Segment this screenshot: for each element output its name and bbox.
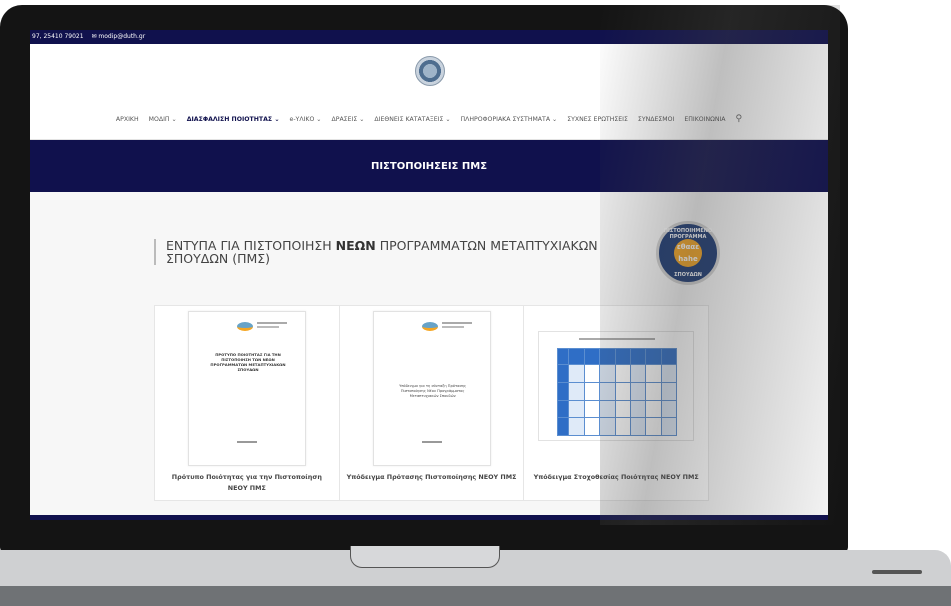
chevron-down-icon: ⌄ xyxy=(359,115,365,123)
documents-grid: ΠΡΟΤΥΠΟ ΠΟΙΟΤΗΤΑΣ ΓΙΑ ΤΗΝ ΠΙΣΤΟΠΟΙΗΣΗ ΤΩ… xyxy=(154,305,709,501)
document-caption[interactable]: Πρότυπο Ποιότητας για την Πιστοποίηση ΝΕ… xyxy=(161,472,333,494)
site-header: ΑΡΧΙΚΗ ΜΟΔΙΠ ⌄ ΔΙΑΣΦΑΛΙΣΗ ΠΟΙΟΤΗΤΑΣ ⌄ e-… xyxy=(30,44,828,140)
laptop-side-slot xyxy=(872,570,922,574)
badge-bottom-text: ΣΠΟΥΔΩΝ xyxy=(674,272,702,278)
nav-item-actions[interactable]: ΔΡΑΣΕΙΣ ⌄ xyxy=(331,116,364,123)
nav-item-rankings[interactable]: ΔΙΕΘΝΕΙΣ ΚΑΤΑΤΑΞΕΙΣ ⌄ xyxy=(374,116,450,123)
document-thumbnail-title: Υπόδειγμα για τη σύνταξη Πρότασης Πιστοπ… xyxy=(399,384,467,398)
hahe-logo: εθααε hahe xyxy=(674,239,702,267)
chevron-down-icon: ⌄ xyxy=(171,115,177,123)
document-logo-icon xyxy=(237,322,253,331)
nav-item-links[interactable]: ΣΥΝΔΕΣΜΟΙ xyxy=(638,116,674,123)
top-contact-bar: 97, 25410 79021 ✉ modip@duth.gr xyxy=(30,30,828,44)
spreadsheet-table xyxy=(557,348,678,436)
document-thumbnail[interactable]: Υπόδειγμα για τη σύνταξη Πρότασης Πιστοπ… xyxy=(372,311,491,466)
chevron-down-icon: ⌄ xyxy=(552,115,558,123)
footer-strip xyxy=(30,515,828,520)
laptop-hinge-notch xyxy=(350,546,500,568)
chevron-down-icon: ⌄ xyxy=(445,115,451,123)
laptop-base-edge xyxy=(0,586,951,606)
phone-text: 97, 25410 79021 xyxy=(32,33,84,40)
page-title: ΠΙΣΤΟΠΟΙΗΣΕΙΣ ΠΜΣ xyxy=(370,160,488,172)
nav-item-contact[interactable]: ΕΠΙΚΟΙΝΩΝΙΑ xyxy=(684,116,725,123)
browser-screen: 97, 25410 79021 ✉ modip@duth.gr ΑΡΧΙΚΗ Μ… xyxy=(30,30,828,520)
document-logo-icon xyxy=(421,322,438,331)
spreadsheet-thumbnail[interactable] xyxy=(538,331,695,441)
nav-item-modip[interactable]: ΜΟΔΙΠ ⌄ xyxy=(149,116,177,123)
laptop-mockup: 97, 25410 79021 ✉ modip@duth.gr ΑΡΧΙΚΗ Μ… xyxy=(0,0,951,606)
nav-item-faq[interactable]: ΣΥΧΝΕΣ ΕΡΩΤΗΣΕΙΣ xyxy=(567,116,628,123)
nav-item-info-systems[interactable]: ΠΛΗΡΟΦΟΡΙΑΚΑ ΣΥΣΤΗΜΑΤΑ ⌄ xyxy=(461,116,558,123)
main-content: ΕΝΤΥΠΑ ΓΙΑ ΠΙΣΤΟΠΟΙΗΣΗ ΝΕΩΝ ΠΡΟΓΡΑΜΜΑΤΩΝ… xyxy=(30,192,828,520)
page-title-banner: ΠΙΣΤΟΠΟΙΗΣΕΙΣ ΠΜΣ xyxy=(30,140,828,192)
document-card-quality-standard[interactable]: ΠΡΟΤΥΠΟ ΠΟΙΟΤΗΤΑΣ ΓΙΑ ΤΗΝ ΠΙΣΤΟΠΟΙΗΣΗ ΤΩ… xyxy=(155,306,340,500)
site-logo[interactable] xyxy=(415,56,445,86)
chevron-down-icon: ⌄ xyxy=(316,115,322,123)
document-card-quality-targets[interactable]: Υπόδειγμα Στοχοθεσίας Ποιότητας ΝΕΟΥ ΠΜΣ xyxy=(524,306,708,500)
search-icon[interactable]: ⚲ xyxy=(736,114,743,124)
document-card-proposal-template[interactable]: Υπόδειγμα για τη σύνταξη Πρότασης Πιστοπ… xyxy=(340,306,525,500)
envelope-icon: ✉ xyxy=(91,33,97,40)
accreditation-badge: ΠΙΣΤΟΠΟΙΗΜΕΝΟ ΠΡΟΓΡΑΜΜΑ εθααε hahe ΣΠΟΥΔΩ… xyxy=(656,221,720,285)
document-thumbnail-title: ΠΡΟΤΥΠΟ ΠΟΙΟΤΗΤΑΣ ΓΙΑ ΤΗΝ ΠΙΣΤΟΠΟΙΗΣΗ ΤΩ… xyxy=(210,352,286,372)
nav-item-quality-assurance[interactable]: ΔΙΑΣΦΑΛΙΣΗ ΠΟΙΟΤΗΤΑΣ ⌄ xyxy=(187,116,280,123)
document-thumbnail[interactable]: ΠΡΟΤΥΠΟ ΠΟΙΟΤΗΤΑΣ ΓΙΑ ΤΗΝ ΠΙΣΤΟΠΟΙΗΣΗ ΤΩ… xyxy=(188,311,306,466)
email-link[interactable]: modip@duth.gr xyxy=(98,33,145,40)
main-nav: ΑΡΧΙΚΗ ΜΟΔΙΠ ⌄ ΔΙΑΣΦΑΛΙΣΗ ΠΟΙΟΤΗΤΑΣ ⌄ e-… xyxy=(30,114,828,124)
section-heading: ΕΝΤΥΠΑ ΓΙΑ ΠΙΣΤΟΠΟΙΗΣΗ ΝΕΩΝ ΠΡΟΓΡΑΜΜΑΤΩΝ… xyxy=(154,239,614,265)
document-caption[interactable]: Υπόδειγμα Στοχοθεσίας Ποιότητας ΝΕΟΥ ΠΜΣ xyxy=(530,472,702,483)
chevron-down-icon: ⌄ xyxy=(274,115,280,123)
nav-item-home[interactable]: ΑΡΧΙΚΗ xyxy=(116,116,139,123)
nav-item-e-material[interactable]: e-ΥΛΙΚΟ ⌄ xyxy=(290,116,322,123)
document-caption[interactable]: Υπόδειγμα Πρότασης Πιστοποίησης ΝΕΟΥ ΠΜΣ xyxy=(346,472,518,483)
